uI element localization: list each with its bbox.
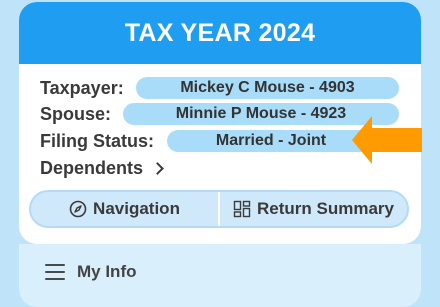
hamburger-icon	[45, 264, 65, 280]
compass-icon	[69, 200, 87, 218]
filing-status-value: Married - Joint	[167, 130, 375, 152]
taxpayer-label: Taxpayer:	[40, 77, 124, 98]
summary-grid-icon	[233, 200, 251, 218]
card-header: TAX YEAR 2024	[19, 2, 421, 64]
my-info-panel: My Info	[19, 244, 421, 307]
my-info-menu-item[interactable]: My Info	[45, 262, 137, 282]
navigation-label: Navigation	[93, 199, 180, 218]
action-bar: Navigation Return Summary	[29, 190, 409, 228]
return-summary-label: Return Summary	[257, 199, 394, 218]
page-title: TAX YEAR 2024	[124, 18, 316, 47]
my-info-label: My Info	[77, 262, 137, 281]
taxpayer-value: Mickey C Mouse - 4903	[136, 77, 399, 99]
dependents-link[interactable]: Dependents	[40, 156, 164, 180]
chevron-right-icon	[151, 161, 164, 175]
filing-status-label: Filing Status:	[40, 130, 154, 151]
dependents-label: Dependents	[40, 157, 144, 178]
navigation-button[interactable]: Navigation	[31, 192, 218, 226]
taxpayer-row: Taxpayer:	[40, 76, 124, 100]
spouse-label: Spouse:	[40, 103, 112, 124]
arrow-left-icon	[352, 116, 422, 164]
return-summary-button[interactable]: Return Summary	[220, 192, 407, 226]
filing-status-row: Filing Status:	[40, 129, 154, 153]
spouse-row: Spouse:	[40, 102, 111, 126]
